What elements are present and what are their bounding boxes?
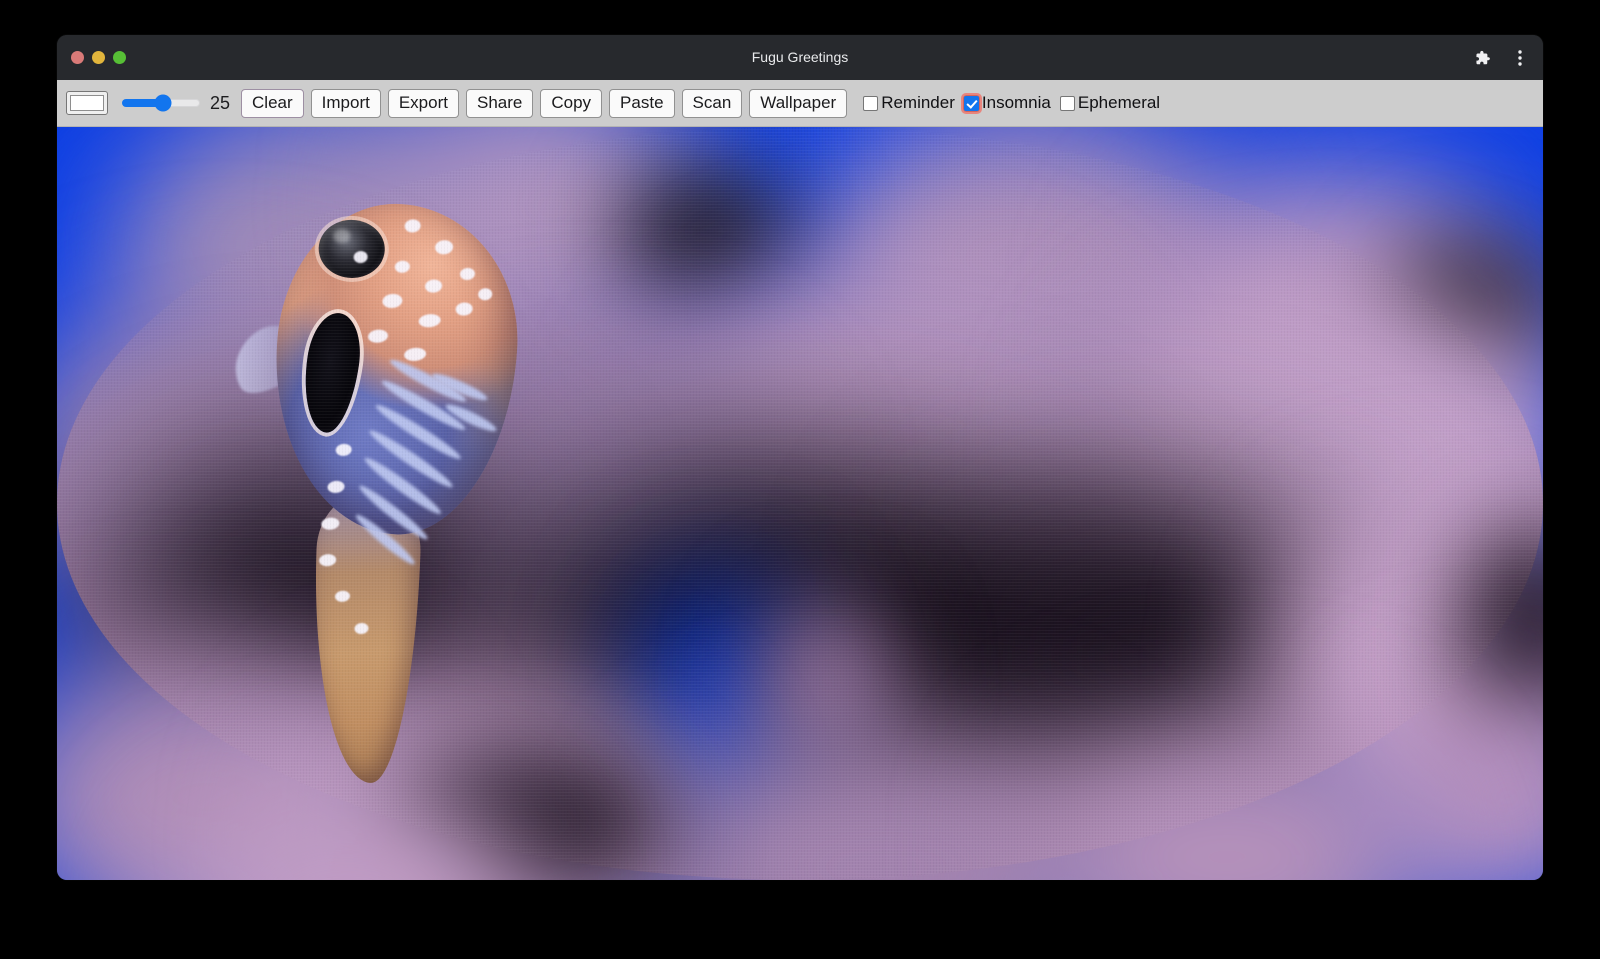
titlebar-actions [1471, 35, 1531, 80]
titlebar: Fugu Greetings [57, 35, 1543, 80]
brush-size-slider[interactable] [122, 93, 200, 113]
ephemeral-checkbox-item[interactable]: Ephemeral [1060, 93, 1169, 113]
extensions-icon[interactable] [1471, 47, 1493, 69]
fugu-photo [57, 127, 1543, 880]
ephemeral-label: Ephemeral [1078, 93, 1160, 113]
fish-tail [308, 491, 422, 784]
reminder-label: Reminder [881, 93, 955, 113]
minimize-button[interactable] [92, 51, 105, 64]
maximize-button[interactable] [113, 51, 126, 64]
import-button[interactable]: Import [311, 89, 381, 118]
browser-menu-icon[interactable] [1509, 47, 1531, 69]
window-title: Fugu Greetings [57, 35, 1543, 80]
wallpaper-button[interactable]: Wallpaper [749, 89, 847, 118]
app-window: Fugu Greetings [57, 35, 1543, 880]
screen: Fugu Greetings [0, 0, 1600, 959]
clear-button[interactable]: Clear [241, 89, 304, 118]
close-button[interactable] [71, 51, 84, 64]
fish-body [264, 196, 526, 542]
scan-button[interactable]: Scan [682, 89, 743, 118]
slider-thumb[interactable] [154, 95, 171, 112]
dark-rock-blob [617, 167, 797, 297]
reminder-checkbox-item[interactable]: Reminder [863, 93, 964, 113]
export-button[interactable]: Export [388, 89, 459, 118]
ephemeral-checkbox[interactable] [1060, 96, 1075, 111]
app-toolbar: 25 Clear Import Export Share Copy Paste … [57, 80, 1543, 127]
copy-button[interactable]: Copy [540, 89, 602, 118]
insomnia-label: Insomnia [982, 93, 1051, 113]
traffic-lights [71, 51, 126, 64]
reminder-checkbox[interactable] [863, 96, 878, 111]
toolbar-checkbox-group: Reminder Insomnia Ephemeral [863, 93, 1169, 113]
color-picker-input[interactable] [66, 91, 108, 115]
insomnia-checkbox[interactable] [964, 96, 979, 111]
slider-value-label: 25 [210, 93, 230, 114]
drawing-canvas[interactable] [57, 127, 1543, 880]
insomnia-checkbox-item[interactable]: Insomnia [964, 93, 1060, 113]
color-swatch-chip [70, 95, 104, 111]
paste-button[interactable]: Paste [609, 89, 674, 118]
share-button[interactable]: Share [466, 89, 533, 118]
